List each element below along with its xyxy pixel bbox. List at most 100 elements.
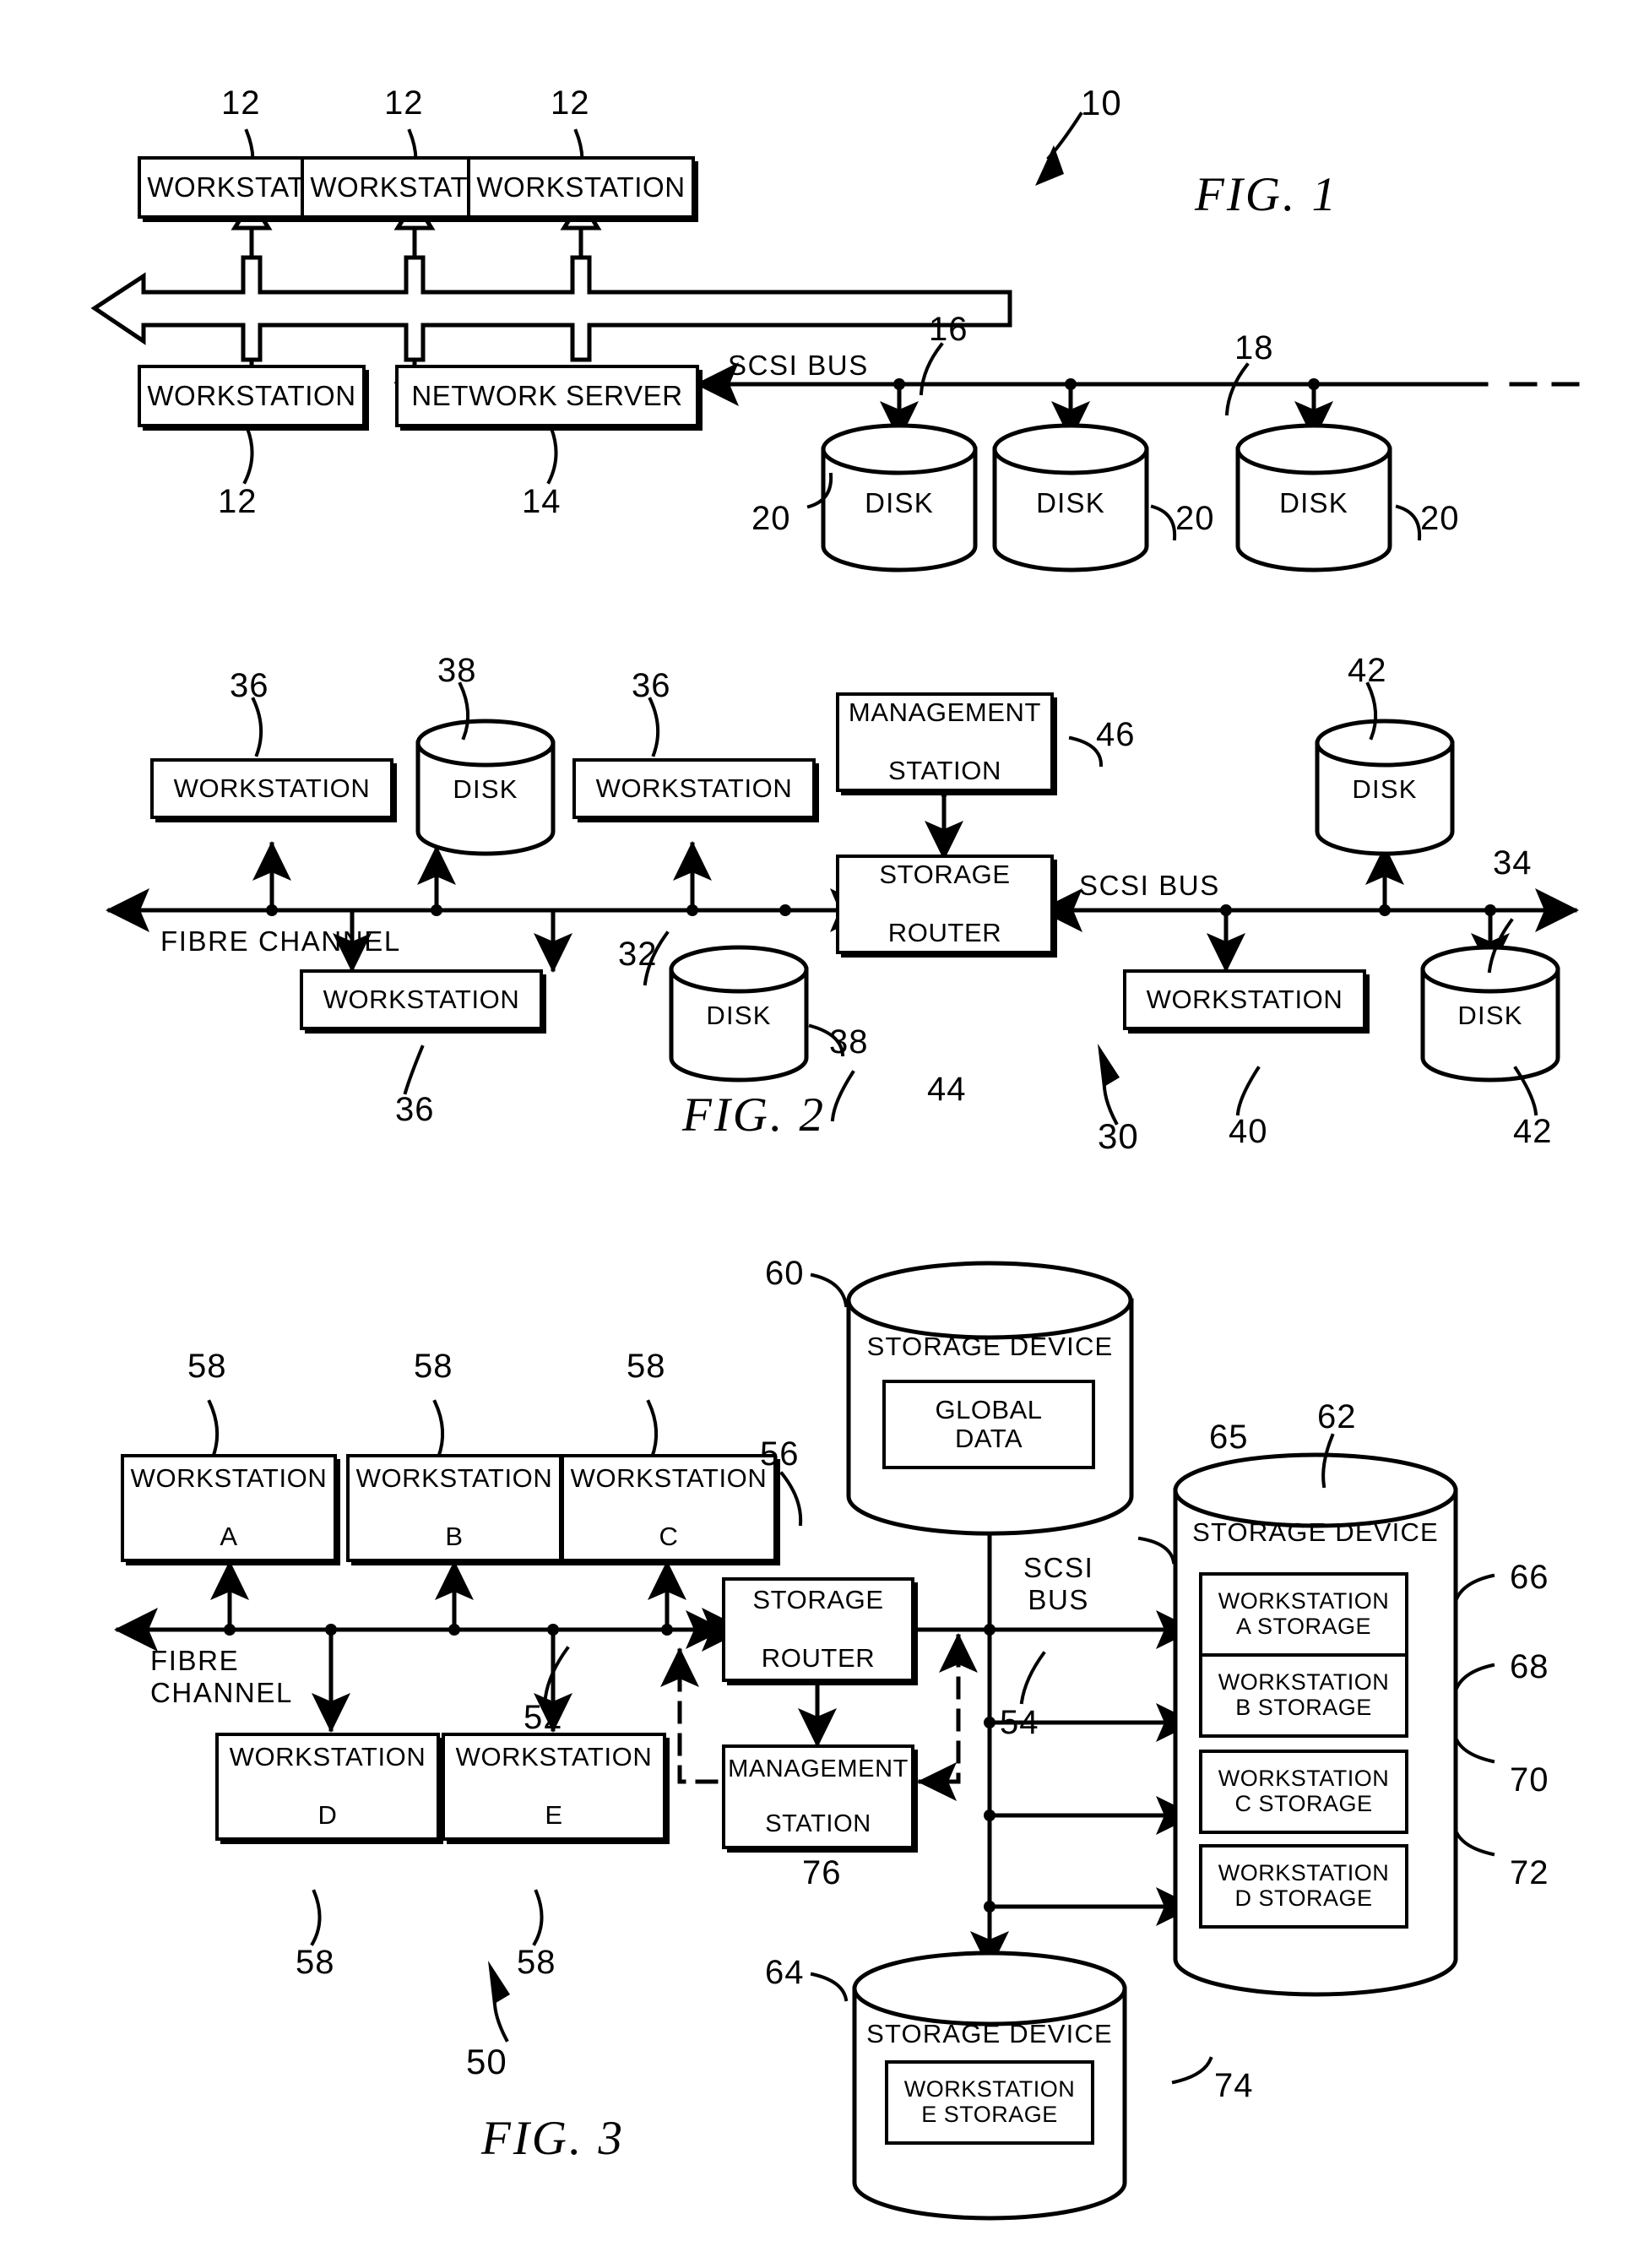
fig3-workstation-d-label: WORKSTATION D bbox=[219, 1741, 437, 1831]
fig1-ref-18: 18 bbox=[1234, 329, 1274, 366]
fig2-ref-36c: 36 bbox=[395, 1091, 435, 1128]
fig3-wse-line2: E bbox=[545, 1800, 563, 1831]
fig1-workstation-4-label: WORKSTATION bbox=[147, 379, 356, 411]
fig3-ref-64: 64 bbox=[765, 1954, 805, 1991]
fig2-ref-46: 46 bbox=[1096, 716, 1136, 753]
fig3-router-line1: STORAGE bbox=[752, 1584, 884, 1614]
fig3-pb-label: WORKSTATION B STORAGE bbox=[1218, 1669, 1390, 1720]
fig3-ref-70: 70 bbox=[1510, 1761, 1549, 1799]
fig3-ref-58d: 58 bbox=[296, 1944, 335, 1981]
fig2-ref-42b: 42 bbox=[1513, 1113, 1553, 1150]
fig3-ref-62: 62 bbox=[1317, 1398, 1357, 1435]
fig2-workstation-3-label: WORKSTATION bbox=[323, 984, 520, 1014]
fig3-ref-50: 50 bbox=[466, 2042, 507, 2081]
fig3-partition-global-data: GLOBAL DATA bbox=[882, 1380, 1095, 1469]
fig2-fibre-channel-label: FIBRE CHANNEL bbox=[160, 925, 401, 957]
fig2-disk-2-label: DISK bbox=[671, 1001, 806, 1031]
fig2-disk-1-label: DISK bbox=[418, 774, 553, 805]
fig1-workstation-4: WORKSTATION bbox=[138, 365, 366, 427]
fig1-ref-12a: 12 bbox=[221, 84, 261, 122]
fig3-ref-76: 76 bbox=[802, 1854, 842, 1891]
fig3-partition-workstation-c-storage: WORKSTATION C STORAGE bbox=[1199, 1750, 1408, 1834]
fig3-ref-60: 60 bbox=[765, 1255, 805, 1292]
fig1-workstation-3-label: WORKSTATION bbox=[476, 171, 686, 203]
fig2-disk-4-text: DISK bbox=[1457, 1001, 1523, 1030]
fig3-partition-workstation-b-storage: WORKSTATION B STORAGE bbox=[1199, 1653, 1408, 1738]
fig2-router-line1: STORAGE bbox=[879, 859, 1011, 889]
fig3-partition-workstation-a-storage: WORKSTATION A STORAGE bbox=[1199, 1572, 1408, 1657]
fig3-fibre-line2: CHANNEL bbox=[150, 1676, 293, 1708]
fig1-ref-12b: 12 bbox=[384, 84, 424, 122]
fig1-ref-14: 14 bbox=[522, 483, 562, 520]
fig2-storage-router: STORAGE ROUTER bbox=[836, 855, 1054, 954]
fig1-scsi-bus-label: SCSI BUS bbox=[728, 350, 869, 381]
fig3-workstation-c: WORKSTATION C bbox=[561, 1454, 777, 1562]
fig2-ref-38b: 38 bbox=[829, 1023, 869, 1061]
fig2-mgmt-line2: STATION bbox=[888, 756, 1001, 786]
fig1-workstation-3: WORKSTATION bbox=[467, 156, 695, 219]
fig3-wsc-line2: C bbox=[659, 1522, 679, 1552]
fig3-management-station: MANAGEMENT STATION bbox=[722, 1744, 914, 1849]
fig1-ref-10: 10 bbox=[1081, 83, 1122, 122]
fig3-workstation-a-label: WORKSTATION A bbox=[124, 1462, 334, 1552]
fig1-disk-3-text: DISK bbox=[1279, 487, 1348, 518]
fig3-storage-router: STORAGE ROUTER bbox=[722, 1577, 914, 1682]
fig3-ref-68: 68 bbox=[1510, 1648, 1549, 1685]
fig3-ref-65: 65 bbox=[1209, 1419, 1249, 1456]
fig3-sd-right-text: STORAGE DEVICE bbox=[1192, 1517, 1439, 1547]
fig2-ref-44: 44 bbox=[927, 1071, 967, 1108]
fig2-mgmt-line1: MANAGEMENT bbox=[848, 697, 1042, 727]
fig1-network-server: NETWORK SERVER bbox=[395, 365, 699, 427]
fig3-ref-72: 72 bbox=[1510, 1854, 1549, 1891]
fig3-pd-line1: WORKSTATION bbox=[1218, 1860, 1390, 1886]
patent-drawing-sheet: WORKSTATION WORKSTATION WORKSTATION WORK… bbox=[0, 0, 1633, 2268]
fig3-pb-line2: B STORAGE bbox=[1235, 1695, 1372, 1720]
fig3-partition-workstation-e-storage: WORKSTATION E STORAGE bbox=[885, 2060, 1094, 2145]
fig3-workstation-c-label: WORKSTATION C bbox=[564, 1462, 773, 1552]
fig3-pe-label: WORKSTATION E STORAGE bbox=[904, 2076, 1076, 2127]
fig3-storage-router-label: STORAGE ROUTER bbox=[725, 1584, 911, 1674]
fig2-workstation-4: WORKSTATION bbox=[1123, 969, 1366, 1030]
fig3-ref-74: 74 bbox=[1214, 2067, 1254, 2104]
fig3-wsd-line1: WORKSTATION bbox=[229, 1741, 426, 1772]
fig3-workstation-d: WORKSTATION D bbox=[215, 1733, 440, 1841]
fig3-pa-label: WORKSTATION A STORAGE bbox=[1218, 1588, 1390, 1639]
fig3-wsa-line1: WORKSTATION bbox=[130, 1462, 328, 1493]
fig2-ref-36a: 36 bbox=[230, 667, 269, 704]
fig1-disk-2-label: DISK bbox=[995, 487, 1147, 519]
fig1-disk-1-text: DISK bbox=[865, 487, 934, 518]
fig3-workstation-a: WORKSTATION A bbox=[121, 1454, 337, 1562]
fig3-ref-52: 52 bbox=[524, 1699, 563, 1736]
fig1-ref-20b: 20 bbox=[1175, 500, 1215, 537]
fig3-storage-device-bottom-label: STORAGE DEVICE bbox=[854, 2019, 1125, 2049]
fig3-ref-58b: 58 bbox=[414, 1348, 453, 1385]
fig3-ref-66: 66 bbox=[1510, 1559, 1549, 1596]
fig2-scsi-bus-label: SCSI BUS bbox=[1079, 870, 1220, 901]
fig3-pc-label: WORKSTATION C STORAGE bbox=[1218, 1766, 1390, 1816]
fig2-router-line2: ROUTER bbox=[887, 918, 1002, 948]
fig3-global-line1: GLOBAL bbox=[935, 1394, 1043, 1424]
fig3-global-line2: DATA bbox=[954, 1424, 1023, 1453]
fig2-workstation-2-label: WORKSTATION bbox=[595, 773, 793, 803]
fig1-disk-1-label: DISK bbox=[823, 487, 975, 519]
fig3-router-line2: ROUTER bbox=[761, 1643, 876, 1674]
fig2-management-station-label: MANAGEMENT STATION bbox=[839, 697, 1050, 786]
fig3-wsa-line2: A bbox=[220, 1522, 238, 1552]
fig3-wsc-line1: WORKSTATION bbox=[570, 1462, 768, 1493]
fig3-pd-line2: D STORAGE bbox=[1234, 1885, 1373, 1911]
fig3-management-station-label: MANAGEMENT STATION bbox=[725, 1755, 911, 1837]
fig2-workstation-1-label: WORKSTATION bbox=[173, 773, 371, 803]
fig3-pa-line2: A STORAGE bbox=[1235, 1614, 1372, 1639]
fig1-disk-3-label: DISK bbox=[1238, 487, 1390, 519]
fig2-management-station: MANAGEMENT STATION bbox=[836, 692, 1054, 792]
fig2-ref-34: 34 bbox=[1493, 844, 1533, 882]
fig3-workstation-e-label: WORKSTATION E bbox=[445, 1741, 663, 1831]
fig3-ref-56: 56 bbox=[760, 1435, 800, 1473]
fig3-partition-workstation-d-storage: WORKSTATION D STORAGE bbox=[1199, 1844, 1408, 1929]
fig3-global-data-label: GLOBAL DATA bbox=[935, 1394, 1043, 1453]
fig3-pc-line2: C STORAGE bbox=[1234, 1791, 1373, 1816]
fig3-wse-line1: WORKSTATION bbox=[455, 1741, 653, 1772]
fig1-ref-20c: 20 bbox=[1420, 500, 1460, 537]
fig3-ref-58c: 58 bbox=[627, 1348, 666, 1385]
fig2-disk-3-label: DISK bbox=[1317, 774, 1452, 805]
